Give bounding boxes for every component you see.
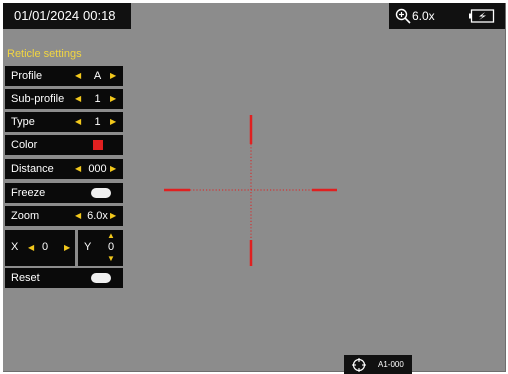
setting-profile[interactable]: Profile ◀ A ▶ — [5, 66, 123, 86]
setting-label: Type — [11, 116, 35, 128]
reticle-settings-title: Reticle settings — [7, 48, 82, 60]
setting-value: A — [93, 70, 102, 82]
xy-offset-control: X ◀ 0 ▶ Y ▲ 0 ▼ — [5, 230, 123, 266]
y-value: 0 — [108, 241, 115, 253]
setting-freeze[interactable]: Freeze — [5, 183, 123, 203]
arrow-right-icon[interactable]: ▶ — [110, 206, 116, 226]
x-offset[interactable]: X ◀ 0 ▶ — [5, 230, 75, 266]
target-icon — [352, 358, 366, 372]
setting-value: 6.0x — [87, 210, 108, 222]
setting-label: Color — [11, 139, 38, 151]
setting-sub-profile[interactable]: Sub-profile ◀ 1 ▶ — [5, 89, 123, 109]
arrow-down-icon[interactable]: ▼ — [107, 254, 115, 263]
setting-label: Sub-profile — [11, 93, 65, 105]
setting-label: Distance — [11, 163, 54, 175]
arrow-up-icon[interactable]: ▲ — [107, 231, 115, 240]
x-label: X — [11, 241, 19, 253]
date-display: 01/01/2024 — [14, 8, 80, 23]
setting-distance[interactable]: Distance ◀ 000 ▶ — [5, 159, 123, 179]
profile-code: A1-000 — [378, 360, 404, 369]
arrow-right-icon[interactable]: ▶ — [110, 159, 116, 179]
profile-status-bar: A1-000 — [344, 355, 412, 374]
setting-color[interactable]: Color — [5, 135, 123, 155]
arrow-right-icon[interactable]: ▶ — [110, 66, 116, 86]
arrow-left-icon[interactable]: ◀ — [75, 206, 81, 226]
status-bar-right: 6.0x — [389, 3, 505, 29]
arrow-left-icon[interactable]: ◀ — [28, 243, 34, 252]
battery-icon — [469, 9, 495, 23]
arrow-left-icon[interactable]: ◀ — [75, 112, 81, 132]
setting-type[interactable]: Type ◀ 1 ▶ — [5, 112, 123, 132]
color-swatch[interactable] — [93, 140, 103, 150]
setting-label: Freeze — [11, 187, 46, 199]
setting-label: Profile — [11, 70, 43, 82]
y-label: Y — [84, 241, 92, 253]
setting-label: Zoom — [11, 210, 40, 222]
datetime-bar: 01/01/2024 00:18 — [3, 3, 131, 29]
y-offset[interactable]: Y ▲ 0 ▼ — [78, 230, 123, 266]
setting-label: Reset — [11, 272, 40, 284]
freeze-toggle[interactable] — [91, 188, 111, 198]
setting-zoom[interactable]: Zoom ◀ 6.0x ▶ — [5, 206, 123, 226]
arrow-right-icon[interactable]: ▶ — [110, 112, 116, 132]
setting-value: 1 — [94, 93, 101, 105]
x-value: 0 — [42, 241, 49, 253]
arrow-left-icon[interactable]: ◀ — [75, 89, 81, 109]
arrow-left-icon[interactable]: ◀ — [75, 66, 81, 86]
arrow-left-icon[interactable]: ◀ — [75, 159, 81, 179]
arrow-right-icon[interactable]: ▶ — [110, 89, 116, 109]
time-display: 00:18 — [83, 8, 116, 23]
setting-value: 1 — [94, 116, 101, 128]
setting-reset[interactable]: Reset — [5, 268, 123, 288]
zoom-in-icon — [395, 8, 411, 24]
reset-toggle[interactable] — [91, 273, 111, 283]
zoom-level: 6.0x — [412, 9, 435, 23]
setting-value: 000 — [88, 163, 107, 175]
arrow-right-icon[interactable]: ▶ — [64, 243, 70, 252]
